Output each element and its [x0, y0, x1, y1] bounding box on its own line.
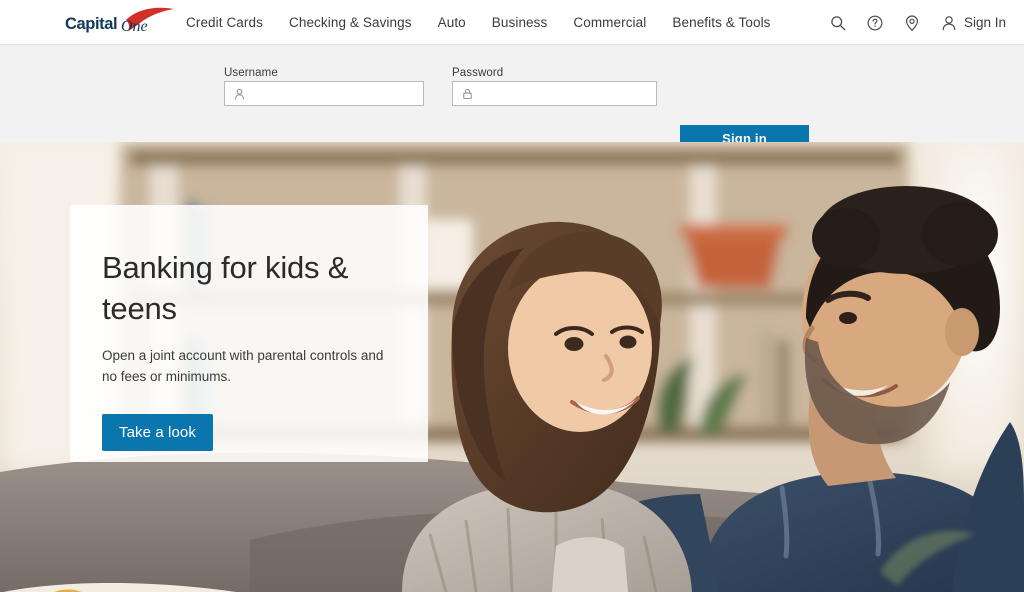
username-label: Username: [224, 67, 278, 79]
username-input[interactable]: [224, 81, 424, 106]
password-label: Password: [452, 67, 504, 79]
login-bar: Username Password Remember me: [0, 45, 1024, 170]
svg-text:Capital: Capital: [65, 15, 117, 33]
hero-card: Banking for kids & teens Open a joint ac…: [70, 205, 428, 462]
password-input[interactable]: [452, 81, 657, 106]
site-header: Capital One Credit Cards Checking & Savi…: [0, 0, 1024, 45]
nav-item-benefits-tools[interactable]: Benefits & Tools: [672, 15, 770, 30]
nav-item-checking-savings[interactable]: Checking & Savings: [289, 15, 412, 30]
capital-one-homepage: Capital One Credit Cards Checking & Savi…: [0, 0, 1024, 592]
help-icon[interactable]: [866, 14, 884, 32]
user-icon: [234, 88, 245, 99]
location-pin-icon[interactable]: [903, 14, 921, 32]
user-icon: [942, 15, 956, 30]
hero-title: Banking for kids & teens: [102, 250, 349, 327]
username-field[interactable]: [246, 86, 423, 101]
svg-text:One: One: [121, 18, 148, 35]
nav-item-auto[interactable]: Auto: [438, 15, 466, 30]
primary-nav: Credit Cards Checking & Savings Auto Bus…: [186, 0, 771, 45]
sign-in-label: Sign In: [963, 15, 1006, 30]
hero-banner: Banking for kids & teens Open a joint ac…: [0, 142, 1024, 592]
password-field[interactable]: [474, 86, 656, 101]
search-icon[interactable]: [829, 14, 847, 32]
header-actions: Sign In: [829, 0, 1006, 45]
lock-icon: [463, 88, 472, 99]
nav-item-commercial[interactable]: Commercial: [573, 15, 646, 30]
nav-item-business[interactable]: Business: [492, 15, 548, 30]
sign-in-button[interactable]: Sign In: [940, 14, 1006, 32]
take-a-look-button[interactable]: Take a look: [102, 414, 213, 452]
capital-one-logo[interactable]: Capital One: [64, 7, 178, 37]
nav-item-credit-cards[interactable]: Credit Cards: [186, 15, 263, 30]
hero-subtitle: Open a joint account with parental contr…: [102, 348, 384, 385]
